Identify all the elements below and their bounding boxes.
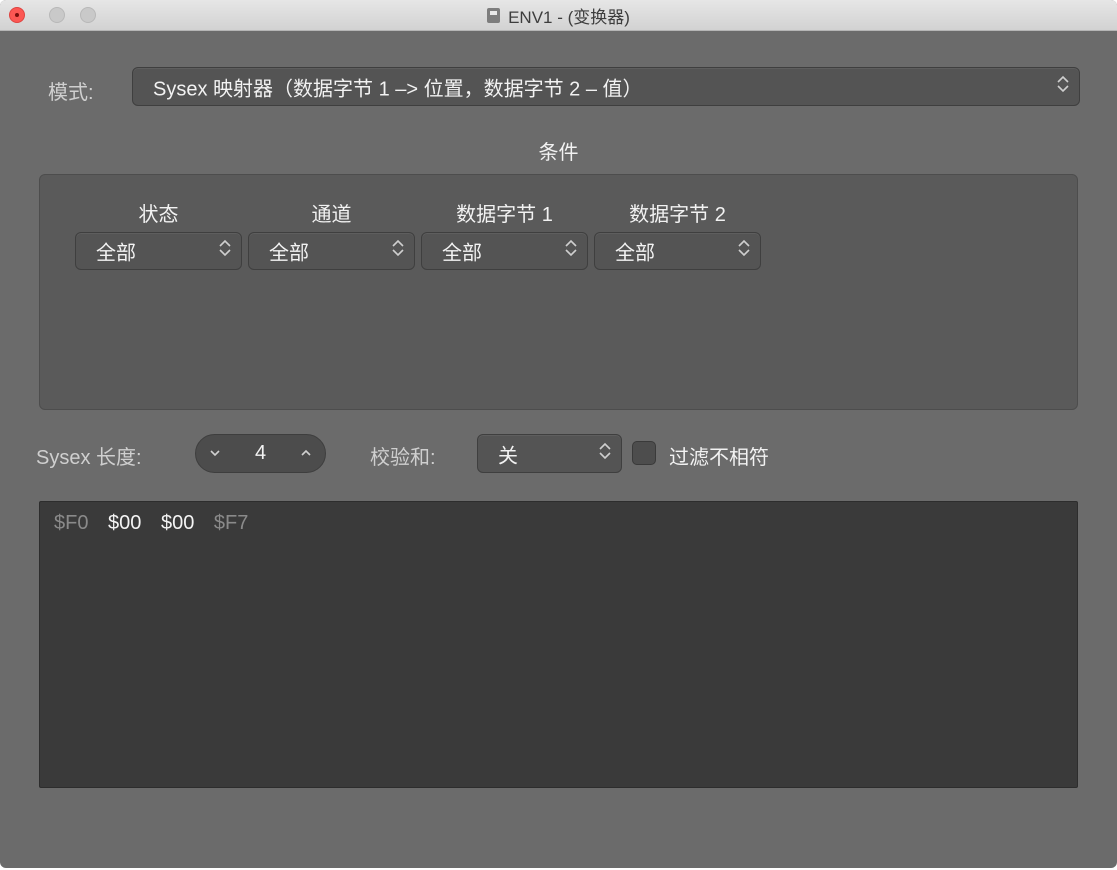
window-title: ENV1 - (变换器) [508, 7, 630, 27]
sysex-length-stepper[interactable]: 4 [195, 434, 326, 473]
up-down-chevron-icon [597, 441, 613, 467]
mode-popup[interactable]: Sysex 映射器（数据字节 1 –> 位置，数据字节 2 – 值） [132, 67, 1080, 106]
data-byte-2-popup[interactable]: 全部 [594, 232, 761, 270]
sysex-bytes-area[interactable]: $F0 $00 $00 $F7 [39, 501, 1078, 788]
sysex-data-byte[interactable]: $00 [108, 512, 141, 534]
checksum-value: 关 [498, 445, 518, 467]
checksum-popup[interactable]: 关 [477, 434, 622, 473]
conditions-heading: 条件 [538, 142, 579, 164]
data-byte-1-value: 全部 [442, 242, 482, 265]
up-down-chevron-icon [563, 238, 579, 264]
status-popup[interactable]: 全部 [75, 232, 242, 270]
sysex-data-byte[interactable]: $00 [161, 512, 194, 534]
data-byte-1-header: 数据字节 1 [456, 204, 553, 226]
channel-header: 通道 [311, 204, 352, 226]
data-byte-1-popup[interactable]: 全部 [421, 232, 588, 270]
channel-value: 全部 [269, 242, 309, 265]
up-down-chevron-icon [217, 238, 233, 264]
sysex-end-byte: $F7 [213, 512, 249, 534]
filter-mismatch-checkbox[interactable] [632, 441, 656, 465]
increment-chevron-icon[interactable] [298, 445, 314, 466]
sysex-length-label: Sysex 长度: [36, 447, 142, 469]
channel-popup[interactable]: 全部 [248, 232, 415, 270]
sysex-start-byte: $F0 [54, 512, 89, 534]
mode-value: Sysex 映射器（数据字节 1 –> 位置，数据字节 2 – 值） [153, 78, 643, 100]
document-icon [487, 7, 501, 23]
sysex-bytes-line: $F0 $00 $00 $F7 [54, 512, 262, 535]
filter-mismatch-label: 过滤不相符 [669, 447, 769, 469]
status-value: 全部 [96, 242, 136, 265]
title-bar[interactable]: ENV1 - (变换器) [0, 0, 1117, 31]
up-down-chevron-icon [390, 238, 406, 264]
transformer-window: ENV1 - (变换器) 模式: Sysex 映射器（数据字节 1 –> 位置，… [0, 0, 1117, 868]
checksum-label: 校验和: [370, 447, 436, 469]
status-header: 状态 [138, 204, 179, 226]
data-byte-2-value: 全部 [615, 242, 655, 265]
data-byte-2-header: 数据字节 2 [629, 204, 726, 226]
mode-label: 模式: [48, 82, 94, 104]
up-down-chevron-icon [1055, 74, 1071, 100]
up-down-chevron-icon [736, 238, 752, 264]
